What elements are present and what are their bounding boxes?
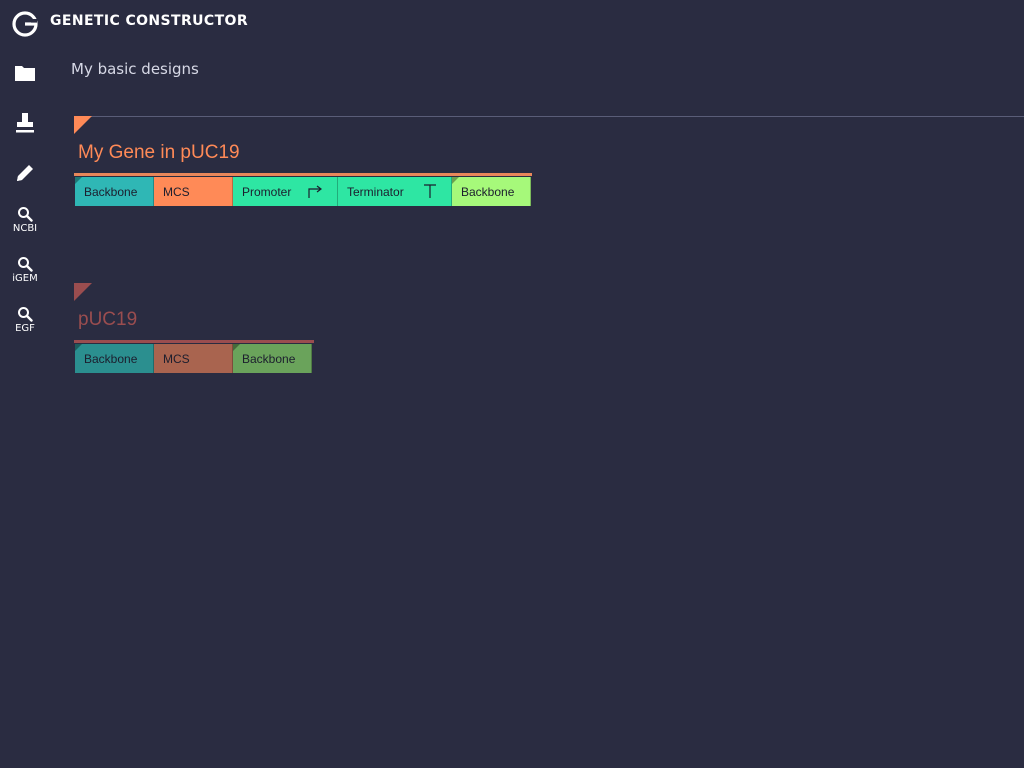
construct-corner[interactable] [74, 116, 92, 134]
block-backbone[interactable]: Backbone [75, 344, 154, 373]
block-label: Backbone [84, 351, 138, 366]
block-list: Backbone MCS Promoter Terminator Backbon… [75, 177, 531, 206]
block-notch [75, 344, 82, 351]
sidebar-item-templates[interactable] [0, 112, 50, 134]
block-label: Backbone [84, 184, 138, 199]
search-icon [18, 207, 33, 222]
search-icon [18, 257, 33, 272]
construct-corner[interactable] [74, 283, 92, 301]
block-backbone[interactable]: Backbone [452, 177, 531, 206]
block-terminator[interactable]: Terminator [338, 177, 452, 206]
block-label: Terminator [347, 184, 404, 199]
block-list: Backbone MCS Backbone [75, 344, 312, 373]
construct-title[interactable]: pUC19 [78, 309, 137, 331]
block-label: Backbone [242, 351, 296, 366]
block-mcs[interactable]: MCS [154, 344, 233, 373]
block-backbone[interactable]: Backbone [75, 177, 154, 206]
app-window: GENETIC CONSTRUCTOR NCBI iGEM EGF My bas… [0, 0, 1024, 768]
block-label: Backbone [461, 184, 515, 199]
stamp-icon [16, 113, 34, 133]
sidebar-item-label: iGEM [12, 273, 38, 284]
block-mcs[interactable]: MCS [154, 177, 233, 206]
block-notch [233, 344, 240, 351]
block-label: Promoter [242, 184, 292, 199]
block-label: MCS [163, 184, 190, 199]
construct-title[interactable]: My Gene in pUC19 [78, 142, 240, 164]
block-promoter[interactable]: Promoter [233, 177, 338, 206]
sidebar-item-projects[interactable] [0, 64, 50, 82]
sidebar-item-label: NCBI [12, 223, 38, 234]
block-backbone[interactable]: Backbone [233, 344, 312, 373]
promoter-icon [308, 185, 322, 198]
sidebar-item-label: EGF [15, 323, 35, 334]
sidebar-item-sketch[interactable] [0, 162, 50, 184]
sidebar-item-igem[interactable]: iGEM [0, 256, 50, 284]
terminator-icon [424, 184, 436, 198]
app-title: GENETIC CONSTRUCTOR [50, 13, 249, 29]
search-icon [18, 307, 33, 322]
construct-bar [74, 173, 532, 176]
pencil-icon [17, 165, 33, 181]
block-notch [452, 177, 459, 184]
construct-bar [74, 340, 314, 343]
sidebar-item-ncbi[interactable]: NCBI [0, 206, 50, 234]
project-title[interactable]: My basic designs [71, 60, 199, 78]
divider [74, 116, 1024, 117]
logo-icon[interactable] [12, 11, 38, 37]
block-label: MCS [163, 351, 190, 366]
block-notch [75, 177, 82, 184]
sidebar-item-egf[interactable]: EGF [0, 306, 50, 334]
folder-icon [15, 66, 35, 81]
